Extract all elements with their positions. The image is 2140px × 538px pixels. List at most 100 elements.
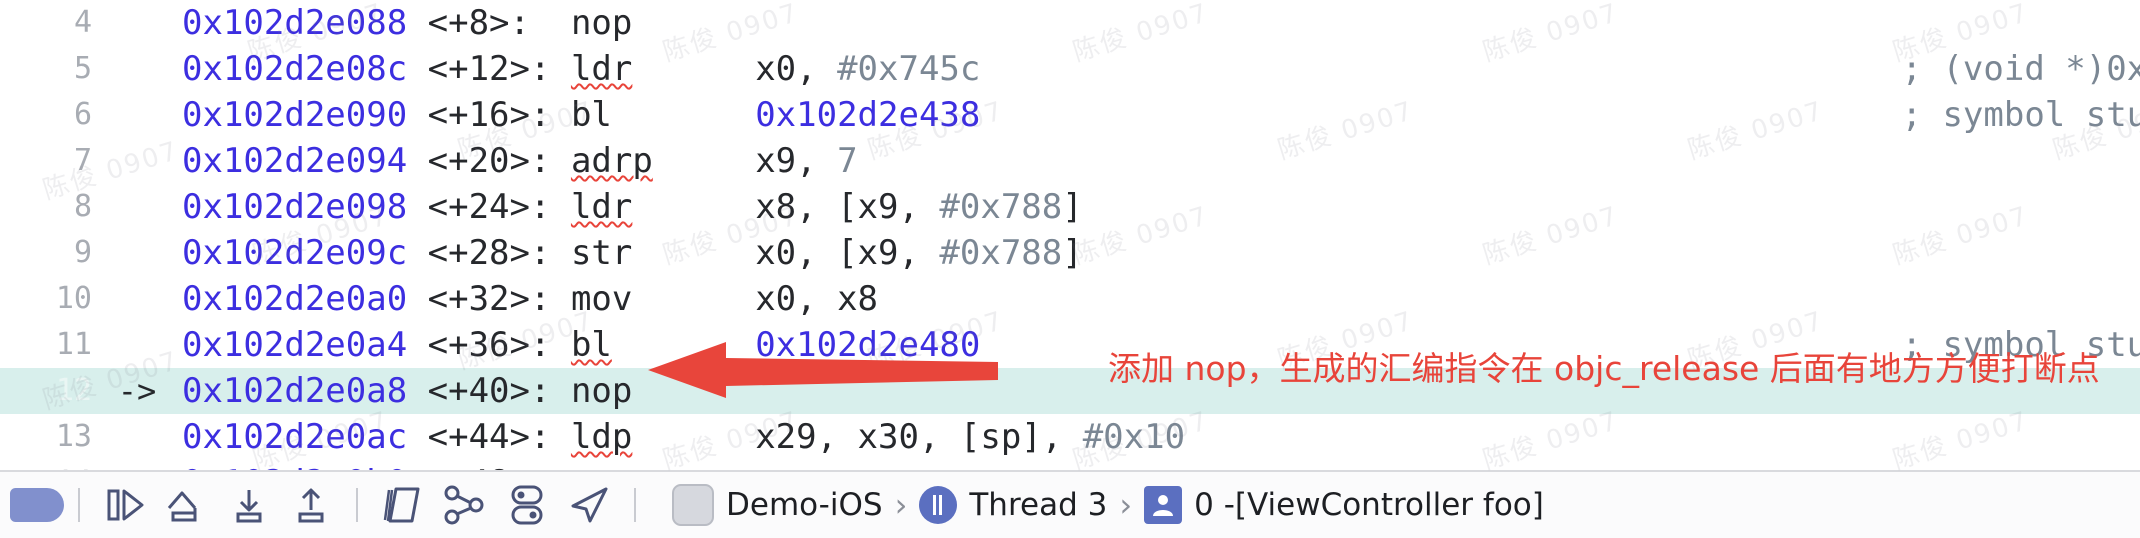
line-number: 13	[0, 414, 92, 460]
operand-gap	[612, 322, 755, 368]
breadcrumb-item-process[interactable]: Demo-iOS	[672, 484, 883, 526]
instruction-offset: <+20>:	[428, 141, 571, 181]
disassembly-line[interactable]: 9 0x102d2e09c <+28>: str x0, [x9, #0x788…	[0, 230, 2140, 276]
disassembly-line[interactable]: 11 0x102d2e0a4 <+36>: bl 0x102d2e480 ; s…	[0, 322, 2140, 368]
instruction-offset: <+36>:	[428, 325, 571, 365]
comment-gap	[980, 46, 1901, 92]
operand-gap	[632, 0, 755, 46]
breadcrumb-separator-2: ›	[1119, 486, 1132, 524]
instruction-address: 0x102d2e08c	[182, 49, 428, 89]
comment-gap	[980, 92, 1901, 138]
instruction-comment: ; symbol stub for: objc_alloc_init	[1902, 95, 2140, 135]
instruction-operands: x8, [x9, #0x788]	[755, 187, 1083, 227]
instruction-address: 0x102d2e090	[182, 95, 428, 135]
disassembly-line[interactable]: 7 0x102d2e094 <+20>: adrp x9, 7	[0, 138, 2140, 184]
view-hierarchy-icon	[382, 485, 424, 525]
step-out-icon	[291, 486, 331, 524]
instruction-address: 0x102d2e0a4	[182, 325, 428, 365]
debug-bar: Demo-iOS › Thread 3 ›	[0, 470, 2140, 538]
step-over-button[interactable]	[156, 472, 218, 538]
instruction-offset: <+40>:	[428, 371, 571, 411]
disassembly-line[interactable]: 8 0x102d2e098 <+24>: ldr x8, [x9, #0x788…	[0, 184, 2140, 230]
disassembly-line[interactable]: 4 0x102d2e088 <+8>: nop	[0, 0, 2140, 46]
instruction-offset: <+12>:	[428, 49, 571, 89]
instruction-address: 0x102d2e0ac	[182, 417, 428, 457]
instruction-operands: x0, [x9, #0x788]	[755, 233, 1083, 273]
program-counter-marker: ->	[92, 368, 182, 414]
program-counter-spacer	[92, 322, 182, 368]
program-counter-spacer	[92, 138, 182, 184]
instruction-mnemonic: ldr	[571, 46, 632, 92]
debug-view-hierarchy-button[interactable]	[372, 472, 434, 538]
instruction-address: 0x102d2e088	[182, 3, 428, 43]
disassembly-line[interactable]: 12->0x102d2e0a8 <+40>: nop	[0, 368, 2140, 414]
continue-button[interactable]	[94, 472, 156, 538]
operand-gap	[632, 46, 755, 92]
line-number: 8	[0, 184, 92, 230]
instruction-mnemonic: adrp	[571, 138, 653, 184]
toolbar-divider-1	[78, 488, 80, 522]
breadcrumb-frame-label: 0 -[ViewController foo]	[1194, 487, 1544, 523]
breadcrumb-item-thread[interactable]: Thread 3	[919, 486, 1107, 524]
line-number: 5	[0, 46, 92, 92]
instruction-mnemonic: bl	[571, 322, 612, 368]
step-out-button[interactable]	[280, 472, 342, 538]
disassembly-line[interactable]: 10 0x102d2e0a0 <+32>: mov x0, x8	[0, 276, 2140, 322]
instruction-operands: x29, x30, [sp], #0x10	[755, 417, 1185, 457]
instruction-offset: <+24>:	[428, 187, 571, 227]
instruction-mnemonic: ldp	[571, 414, 632, 460]
disassembly-pane[interactable]: 4 0x102d2e088 <+8>: nop 5 0x102d2e08c <+…	[0, 0, 2140, 470]
breadcrumb-thread-label: Thread 3	[969, 487, 1107, 523]
environment-overrides-icon	[507, 484, 547, 526]
operand-gap	[653, 138, 755, 184]
memory-graph-icon	[443, 485, 487, 525]
program-counter-spacer	[92, 92, 182, 138]
instruction-address: 0x102d2e0a8	[182, 371, 428, 411]
line-number: 9	[0, 230, 92, 276]
step-into-button[interactable]	[218, 472, 280, 538]
disassembly-line[interactable]: 6 0x102d2e090 <+16>: bl 0x102d2e438 ; sy…	[0, 92, 2140, 138]
instruction-mnemonic: str	[571, 230, 632, 276]
instruction-mnemonic: nop	[571, 368, 632, 414]
line-number: 7	[0, 138, 92, 184]
disassembly-line[interactable]: 5 0x102d2e08c <+12>: ldr x0, #0x745c ; (…	[0, 46, 2140, 92]
program-counter-spacer	[92, 0, 182, 46]
instruction-operands: 0x102d2e480	[755, 325, 980, 365]
instruction-operands: 0x102d2e438	[755, 95, 980, 135]
instruction-offset: <+16>:	[428, 95, 571, 135]
program-counter-spacer	[92, 184, 182, 230]
instruction-comment: ; symbol stub for: objc_release	[1902, 325, 2140, 365]
instruction-operands: x9, 7	[755, 141, 857, 181]
comment-gap	[980, 322, 1901, 368]
instruction-offset: <+28>:	[428, 233, 571, 273]
instruction-operands: x0, #0x745c	[755, 49, 980, 89]
breadcrumb: Demo-iOS › Thread 3 ›	[672, 484, 1544, 526]
instruction-offset: <+32>:	[428, 279, 571, 319]
operand-gap	[632, 230, 755, 276]
location-arrow-icon	[567, 485, 611, 525]
program-counter-spacer	[92, 276, 182, 322]
operand-gap	[632, 184, 755, 230]
process-icon	[672, 484, 714, 526]
line-number: 10	[0, 276, 92, 322]
instruction-address: 0x102d2e094	[182, 141, 428, 181]
operand-gap	[612, 92, 755, 138]
instruction-operands: x0, x8	[755, 279, 878, 319]
line-number: 4	[0, 0, 92, 46]
environment-overrides-button[interactable]	[496, 472, 558, 538]
instruction-address: 0x102d2e09c	[182, 233, 428, 273]
operand-gap	[632, 276, 755, 322]
step-over-icon	[165, 486, 209, 524]
debug-memory-graph-button[interactable]	[434, 472, 496, 538]
breadcrumb-item-frame[interactable]: 0 -[ViewController foo]	[1144, 486, 1544, 524]
line-number: 12	[0, 368, 92, 414]
instruction-mnemonic: nop	[571, 0, 632, 46]
stack-frame-icon	[1144, 486, 1182, 524]
program-counter-spacer	[92, 414, 182, 460]
disassembly-line[interactable]: 13 0x102d2e0ac <+44>: ldp x29, x30, [sp]…	[0, 414, 2140, 460]
program-counter-spacer	[92, 46, 182, 92]
operand-gap	[632, 414, 755, 460]
breakpoint-toggle-button[interactable]	[10, 488, 64, 522]
operand-gap	[632, 368, 755, 414]
simulate-location-button[interactable]	[558, 472, 620, 538]
